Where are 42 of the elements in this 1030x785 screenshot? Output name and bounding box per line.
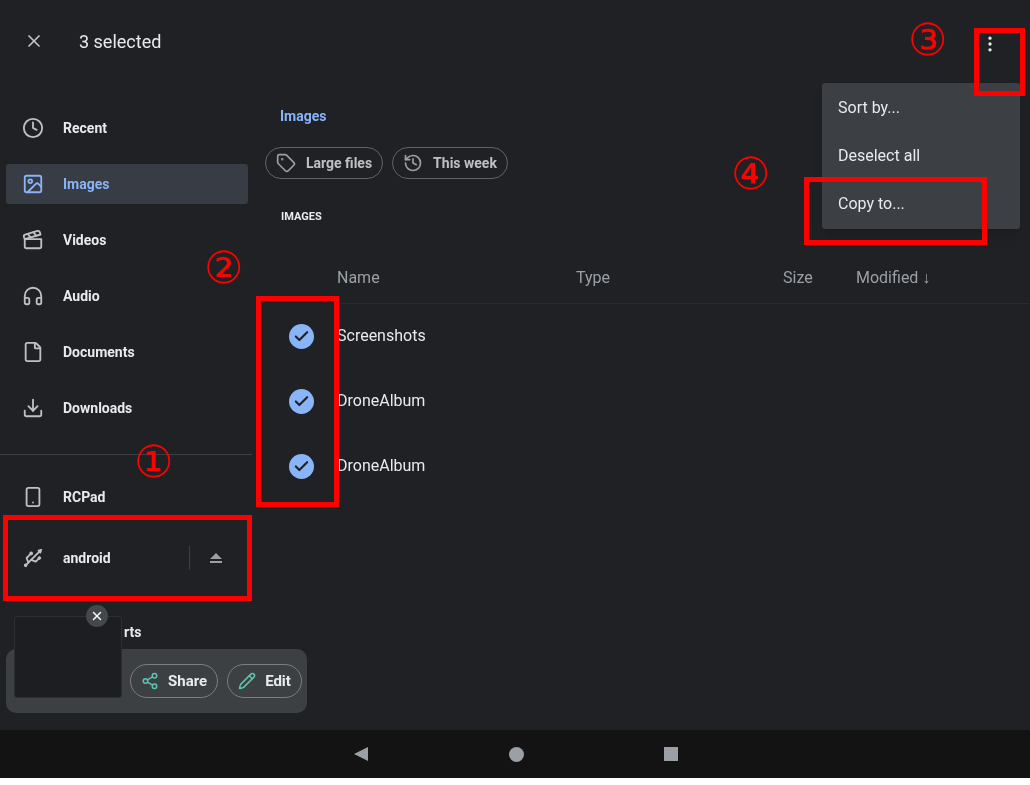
file-name[interactable]: Screenshots bbox=[337, 324, 426, 348]
sidebar-item[interactable]: Images bbox=[6, 164, 248, 204]
sidebar-item[interactable]: android bbox=[63, 547, 111, 569]
file-name[interactable]: DroneAlbum bbox=[337, 389, 426, 413]
step-number: ② bbox=[204, 246, 244, 290]
share-icon bbox=[141, 672, 159, 690]
sidebar-item[interactable]: rts bbox=[124, 621, 142, 643]
back-icon[interactable] bbox=[352, 746, 369, 762]
menu-item[interactable]: Deselect all bbox=[822, 132, 1020, 180]
sidebar-item[interactable]: Recent bbox=[6, 108, 248, 148]
column-header[interactable]: Type bbox=[576, 268, 611, 287]
step-number: ① bbox=[134, 440, 174, 484]
menu-item[interactable]: Copy to... bbox=[822, 180, 1020, 228]
document-icon bbox=[22, 341, 44, 363]
menu-item[interactable]: Sort by... bbox=[822, 84, 1020, 132]
pencil-icon bbox=[238, 672, 257, 690]
screenshot-thumbnail[interactable] bbox=[14, 616, 122, 698]
clock-icon bbox=[22, 117, 44, 139]
section-heading: IMAGES bbox=[281, 209, 322, 225]
step-number: ③ bbox=[908, 18, 948, 62]
usb-icon[interactable] bbox=[22, 547, 44, 569]
step-number: ④ bbox=[731, 152, 771, 196]
selection-title: 3 selected bbox=[79, 29, 162, 54]
sidebar-item[interactable]: Documents bbox=[6, 332, 248, 372]
highlight-frame bbox=[974, 28, 1025, 96]
column-header[interactable]: Name bbox=[337, 268, 380, 287]
home-icon[interactable] bbox=[508, 746, 524, 762]
clapperboard-icon bbox=[22, 229, 44, 251]
close-icon bbox=[90, 609, 104, 623]
download-icon bbox=[22, 397, 44, 419]
recents-icon[interactable] bbox=[663, 747, 678, 761]
sidebar-item[interactable]: RCPad bbox=[63, 486, 106, 508]
sidebar-item[interactable]: Downloads bbox=[6, 388, 248, 428]
column-header[interactable]: Size bbox=[783, 268, 813, 287]
column-header[interactable]: Modified ↓ bbox=[856, 268, 931, 287]
file-name[interactable]: DroneAlbum bbox=[337, 454, 426, 478]
eject-icon[interactable] bbox=[210, 553, 222, 563]
breadcrumb[interactable]: Images bbox=[280, 106, 327, 127]
image-icon bbox=[22, 173, 44, 195]
history-icon bbox=[403, 153, 424, 173]
tag-icon bbox=[276, 153, 296, 173]
headphones-icon bbox=[22, 285, 44, 307]
